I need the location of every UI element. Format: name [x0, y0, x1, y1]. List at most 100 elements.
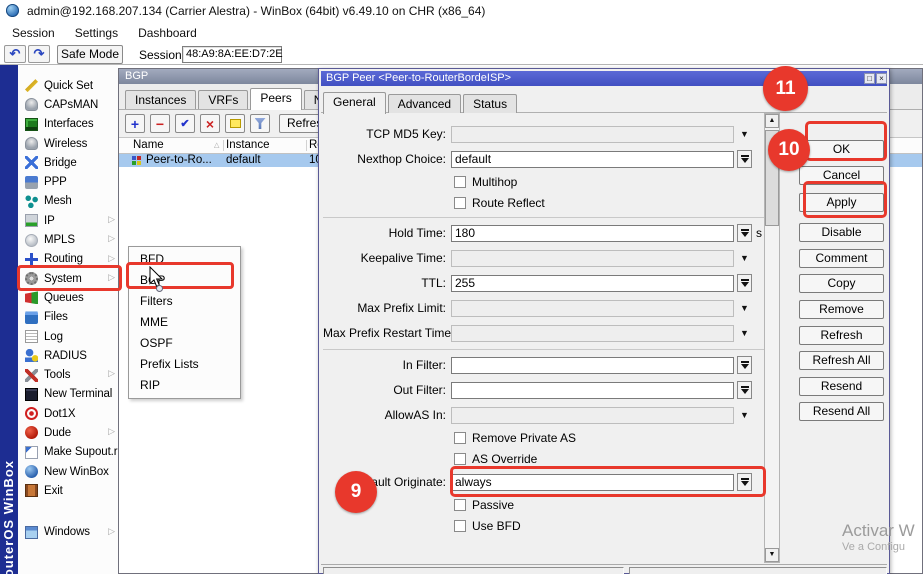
- bgp-tab-peers[interactable]: Peers: [250, 88, 301, 110]
- sidebar-item-quick-set[interactable]: Quick Set: [18, 76, 118, 95]
- files-icon: [25, 311, 38, 324]
- redo-button[interactable]: ↷: [28, 45, 50, 63]
- bgp-filter-button[interactable]: [250, 114, 270, 133]
- sidebar-item-mesh[interactable]: Mesh: [18, 192, 118, 211]
- sidebar-item-dot1x[interactable]: Dot1X: [18, 404, 118, 423]
- mpls-icon: [25, 234, 38, 247]
- bgp-tab-instances[interactable]: Instances: [125, 90, 196, 109]
- sidebar-item-make-supout-rif[interactable]: Make Supout.rif: [18, 443, 118, 462]
- keepalive-time-dropdown-arrow-icon[interactable]: ▼: [740, 253, 749, 263]
- submenu-item-filters[interactable]: Filters: [129, 291, 240, 312]
- menu-session[interactable]: Session: [2, 23, 65, 43]
- tcp-md5-key-dropdown-arrow-icon[interactable]: ▼: [740, 129, 749, 139]
- submenu-item-mme[interactable]: MME: [129, 312, 240, 333]
- refresh-all-button[interactable]: Refresh All: [799, 351, 884, 370]
- max-prefix-limit-dropdown-arrow-icon[interactable]: ▼: [740, 303, 749, 313]
- sidebar-item-new-terminal[interactable]: New Terminal: [18, 385, 118, 404]
- multihop-checkbox[interactable]: [454, 176, 466, 188]
- sidebar-item-log[interactable]: Log: [18, 327, 118, 346]
- sidebar-item-windows[interactable]: Windows▷: [18, 523, 118, 542]
- bgp-remove-button[interactable]: −: [150, 114, 170, 133]
- sidebar-item-dude[interactable]: Dude▷: [18, 423, 118, 442]
- refresh-button[interactable]: Refresh: [799, 326, 884, 345]
- allowas-in-dropdown-arrow-icon[interactable]: ▼: [740, 410, 749, 420]
- submenu-item-prefix-lists[interactable]: Prefix Lists: [129, 354, 240, 375]
- bgp-disable-button[interactable]: ×: [200, 114, 220, 133]
- resend-button[interactable]: Resend: [799, 377, 884, 396]
- bgp-tab-vrfs[interactable]: VRFs: [198, 90, 248, 109]
- sidebar-item-label: New WinBox: [44, 466, 109, 478]
- sidebar-item-ppp[interactable]: PPP: [18, 172, 118, 191]
- as-override-checkbox[interactable]: [454, 453, 466, 465]
- sidebar-item-interfaces[interactable]: Interfaces: [18, 115, 118, 134]
- remove-button[interactable]: Remove: [799, 300, 884, 319]
- sidebar-item-label: Make Supout.rif: [44, 446, 118, 458]
- submenu-item-ospf[interactable]: OSPF: [129, 333, 240, 354]
- hold-time-field[interactable]: 180: [451, 225, 734, 242]
- sidebar-item-files[interactable]: Files: [18, 308, 118, 327]
- field-row-in-filter: In Filter:: [323, 356, 767, 374]
- nexthop-choice-field[interactable]: default: [451, 151, 734, 168]
- in-filter-field[interactable]: [451, 357, 734, 374]
- undo-button[interactable]: ↶: [4, 45, 26, 63]
- bgp-comment-button[interactable]: [225, 114, 245, 133]
- sidebar-item-capsman[interactable]: CAPsMAN: [18, 95, 118, 114]
- ttl-dropdown-button[interactable]: [737, 274, 752, 292]
- out-filter-field[interactable]: [451, 382, 734, 399]
- dialog-scrollbar[interactable]: ▲ ▼: [764, 113, 780, 563]
- minimize-icon[interactable]: □: [864, 73, 875, 84]
- session-input[interactable]: 48:A9:8A:EE:D7:2E: [182, 46, 282, 63]
- in-filter-dropdown-button[interactable]: [737, 356, 752, 374]
- route-reflect-checkbox[interactable]: [454, 197, 466, 209]
- sidebar-item-radius[interactable]: RADIUS: [18, 346, 118, 365]
- sidebar-item-label: Dude: [44, 427, 71, 439]
- bgp-enable-button[interactable]: ✔: [175, 114, 195, 133]
- remove-private-as-checkbox[interactable]: [454, 432, 466, 444]
- resend-all-button[interactable]: Resend All: [799, 402, 884, 421]
- max-prefix-limit-field[interactable]: [451, 300, 734, 317]
- scroll-down-icon[interactable]: ▼: [765, 548, 779, 562]
- allowas-in-field[interactable]: [451, 407, 734, 424]
- sidebar-item-bridge[interactable]: Bridge: [18, 153, 118, 172]
- tcp-md5-key-field[interactable]: [451, 126, 734, 143]
- field-row-ttl: TTL:255: [323, 274, 767, 292]
- disable-button[interactable]: Disable: [799, 223, 884, 242]
- hold-time-dropdown-button[interactable]: [737, 224, 752, 242]
- field-label: Out Filter:: [323, 383, 451, 397]
- sidebar-item-tools[interactable]: Tools▷: [18, 365, 118, 384]
- submenu-item-rip[interactable]: RIP: [129, 375, 240, 396]
- sidebar-item-wireless[interactable]: Wireless: [18, 134, 118, 153]
- max-prefix-restart-time-dropdown-arrow-icon[interactable]: ▼: [740, 328, 749, 338]
- use-bfd-checkbox[interactable]: [454, 520, 466, 532]
- comment-button[interactable]: Comment: [799, 249, 884, 268]
- keepalive-time-field[interactable]: [451, 250, 734, 267]
- sidebar-item-ip[interactable]: IP▷: [18, 211, 118, 230]
- submenu-arrow-icon: ▷: [108, 253, 115, 264]
- copy-button[interactable]: Copy: [799, 274, 884, 293]
- column-divider[interactable]: [306, 140, 307, 151]
- dialog-tab-status[interactable]: Status: [463, 94, 517, 113]
- nexthop-choice-dropdown-button[interactable]: [737, 150, 752, 168]
- status-panel-left: [323, 567, 624, 574]
- ttl-field[interactable]: 255: [451, 275, 734, 292]
- sidebar-item-new-winbox[interactable]: New WinBox: [18, 462, 118, 481]
- sidebar-item-mpls[interactable]: MPLS▷: [18, 230, 118, 249]
- column-divider[interactable]: [223, 140, 224, 151]
- passive-checkbox[interactable]: [454, 499, 466, 511]
- max-prefix-restart-time-field[interactable]: [451, 325, 734, 342]
- bgp-add-button[interactable]: +: [125, 114, 145, 133]
- safe-mode-button[interactable]: Safe Mode: [57, 45, 123, 64]
- column-header-name[interactable]: Name: [133, 139, 164, 151]
- dialog-tab-general[interactable]: General: [323, 92, 386, 114]
- close-icon[interactable]: ×: [876, 73, 887, 84]
- sidebar-item-queues[interactable]: Queues: [18, 288, 118, 307]
- menu-settings[interactable]: Settings: [65, 23, 128, 43]
- dialog-tab-advanced[interactable]: Advanced: [388, 94, 461, 113]
- out-filter-dropdown-button[interactable]: [737, 381, 752, 399]
- sidebar-item-exit[interactable]: Exit: [18, 481, 118, 500]
- annotation-step-11: 11: [763, 66, 808, 111]
- menu-dashboard[interactable]: Dashboard: [128, 23, 207, 43]
- column-header-instance[interactable]: Instance: [226, 139, 269, 151]
- comment-icon: [230, 119, 241, 128]
- scroll-up-icon[interactable]: ▲: [765, 114, 779, 128]
